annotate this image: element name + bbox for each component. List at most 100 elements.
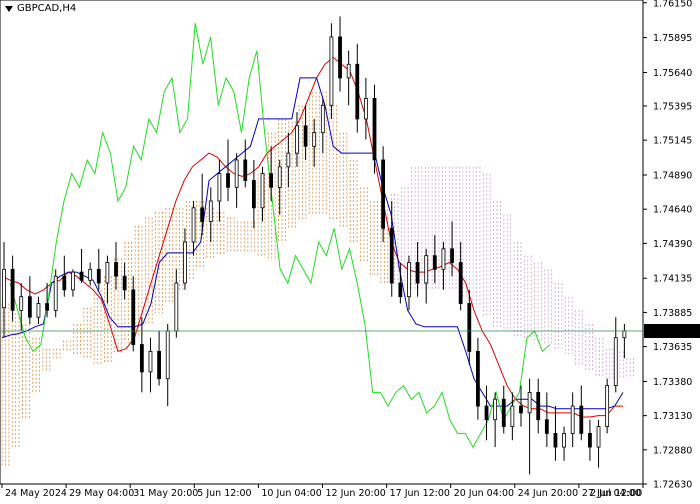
candle-body xyxy=(363,98,368,120)
candle-body xyxy=(19,296,24,311)
candle-body xyxy=(389,227,394,284)
candle xyxy=(320,98,325,154)
candle xyxy=(346,50,351,106)
candle-body xyxy=(381,159,386,229)
candle-body xyxy=(320,104,325,134)
candle xyxy=(363,77,368,140)
candle-body xyxy=(450,248,454,263)
y-tick-label: 1.74640 xyxy=(653,205,692,216)
candle-body xyxy=(191,207,196,243)
candle xyxy=(596,419,601,468)
y-tick-label: 1.72880 xyxy=(653,445,692,456)
x-tick-label: 17 Jun 12:00 xyxy=(390,488,450,499)
candle xyxy=(579,385,584,441)
candle xyxy=(467,289,472,366)
candle xyxy=(338,16,342,92)
candle xyxy=(484,385,489,441)
candle-body xyxy=(27,296,32,318)
candle-body xyxy=(484,405,489,421)
candle xyxy=(441,242,446,290)
candle-body xyxy=(79,271,84,281)
ichimoku-chart[interactable]: 1.76150 1.75895 1.75640 1.75395 1.75145 1.748… xyxy=(0,0,700,500)
candle-body xyxy=(510,405,515,427)
candle xyxy=(570,392,575,448)
candle xyxy=(372,84,377,174)
candle-body xyxy=(243,159,248,181)
candle-body xyxy=(62,275,67,291)
candle xyxy=(62,255,67,297)
candle-body xyxy=(286,152,291,168)
candle xyxy=(510,392,515,441)
chart-symbol-title[interactable]: GBPCAD,H4 xyxy=(5,3,76,14)
candle-body xyxy=(105,262,110,284)
candle-body xyxy=(579,405,584,434)
candle xyxy=(71,269,75,297)
x-tick-label: 2 Jul 04:00 xyxy=(590,488,641,499)
y-tick-label: 1.75895 xyxy=(653,33,692,44)
candle-body xyxy=(622,330,627,339)
candle xyxy=(527,378,532,475)
y-tick-label: 1.74135 xyxy=(653,274,692,285)
candle-body xyxy=(226,173,230,188)
candle-body xyxy=(53,275,58,311)
candle-body xyxy=(415,262,420,284)
candle xyxy=(450,221,454,277)
kijun-sen-line xyxy=(1,77,624,410)
y-tick-label: 1.75640 xyxy=(653,68,692,79)
candle xyxy=(329,23,334,119)
x-tick-label: 24 Jun 20:00 xyxy=(518,488,578,499)
candle xyxy=(519,385,523,427)
candle xyxy=(605,378,610,434)
candle xyxy=(131,276,136,352)
candle xyxy=(243,139,248,188)
candle xyxy=(562,426,566,461)
candle-body xyxy=(346,63,351,79)
candle xyxy=(286,132,291,188)
chart-area[interactable]: 1.76150 1.75895 1.75640 1.75395 1.75145 1.748… xyxy=(0,0,700,500)
x-tick-label: 31 May 20:00 xyxy=(133,488,198,499)
candle xyxy=(613,317,618,393)
y-tick-label: 1.76150 xyxy=(653,0,692,9)
candle-body xyxy=(10,268,15,311)
candle-body xyxy=(217,173,222,202)
candle xyxy=(493,392,498,448)
candle-body xyxy=(2,268,6,309)
candle xyxy=(208,187,213,242)
dropdown-triangle-icon[interactable] xyxy=(5,5,13,12)
candle xyxy=(88,262,93,286)
y-tick-label: 1.72630 xyxy=(653,480,692,491)
candle-body xyxy=(71,271,75,291)
candle-body xyxy=(122,275,127,291)
y-tick-label: 1.75395 xyxy=(653,101,692,112)
x-tick-label: 20 Jun 04:00 xyxy=(454,488,514,499)
candle-body xyxy=(277,166,282,188)
candle-body xyxy=(157,350,161,380)
candle-body xyxy=(355,63,360,120)
candle xyxy=(96,248,101,290)
candle xyxy=(36,296,41,325)
candle-body xyxy=(96,268,101,284)
price-axis: 1.76150 1.75895 1.75640 1.75395 1.75145 1.748… xyxy=(643,0,692,491)
candle-body xyxy=(432,255,437,270)
x-tick-label: 29 May 04:00 xyxy=(69,488,134,499)
candle-body xyxy=(88,268,93,281)
candle xyxy=(277,159,282,215)
candle xyxy=(10,255,15,322)
candle-body xyxy=(165,330,170,380)
candle-body xyxy=(441,248,446,270)
candle xyxy=(544,392,549,448)
candle xyxy=(234,153,239,208)
candle xyxy=(139,317,144,393)
candle xyxy=(355,43,360,133)
candle-body xyxy=(536,391,541,421)
y-tick-label: 1.73635 xyxy=(653,342,692,353)
candle xyxy=(424,248,429,304)
candle-body xyxy=(613,337,618,386)
candle xyxy=(312,118,317,167)
y-tick-label: 1.73885 xyxy=(653,308,692,319)
x-tick-label: 12 Jun 20:00 xyxy=(326,488,386,499)
tenkan-sen-line xyxy=(1,56,623,418)
candle-body xyxy=(424,255,429,284)
candle xyxy=(165,324,170,407)
candle xyxy=(79,248,84,284)
